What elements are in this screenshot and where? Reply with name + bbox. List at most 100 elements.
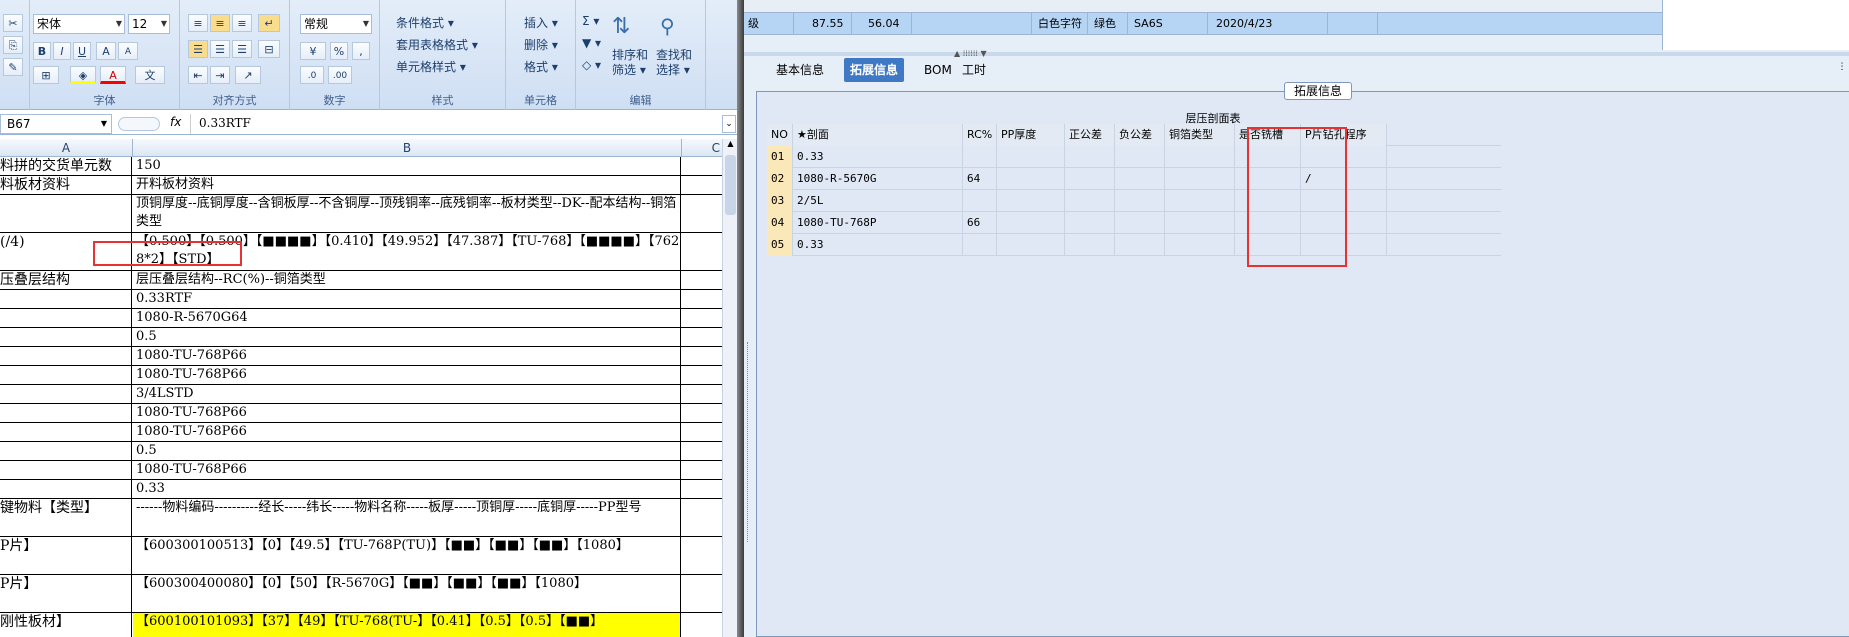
grid-row[interactable]: 03 2/5L (767, 190, 1501, 212)
cell-a[interactable]: 料拼的交货单元数 (0, 157, 132, 175)
grid-cell[interactable]: 1080-TU-768P (793, 212, 963, 234)
find-select-icon[interactable]: ⚲ (660, 14, 675, 38)
cell-a[interactable] (0, 480, 132, 498)
cell-b[interactable]: 开料板材资料 (133, 176, 681, 194)
cell-a[interactable]: 刚性板材】 (0, 613, 132, 637)
formula-input[interactable]: 0.33RTF (190, 114, 720, 134)
grid-cell[interactable]: 2/5L (793, 190, 963, 212)
sheet-row[interactable]: P片】 【600300100513】【0】【49.5】【TU-768P(TU)】【… (0, 537, 722, 575)
cell-b[interactable]: 0.5 (133, 442, 681, 460)
font-color-icon[interactable]: A (100, 66, 126, 84)
align-middle-icon[interactable]: ≡ (210, 14, 230, 32)
border-icon[interactable]: ⊞ (33, 66, 59, 84)
decrease-decimal-icon[interactable]: .00 (328, 66, 352, 84)
cell-c[interactable] (682, 176, 722, 194)
grid-column-header[interactable]: 负公差 (1115, 124, 1165, 146)
sheet-row[interactable]: 刚性板材】 【600100101093】【37】【49】【TU-768(TU-】【… (0, 613, 722, 637)
grid-cell[interactable]: 03 (767, 190, 793, 212)
grid-cell[interactable] (997, 190, 1065, 212)
cell-b[interactable]: 1080-R-5670G64 (133, 309, 681, 327)
wrap-text-icon[interactable]: ↵ (258, 14, 280, 32)
cell-c[interactable] (682, 195, 722, 232)
cell-style-button[interactable]: 单元格样式 ▾ (396, 58, 466, 75)
shrink-font-icon[interactable]: A (118, 42, 138, 60)
cell-a[interactable]: P片】 (0, 575, 132, 612)
grid-cell[interactable] (997, 212, 1065, 234)
autosum-icon[interactable]: Σ ▾ (582, 14, 599, 28)
cell-a[interactable] (0, 385, 132, 403)
sheet-row[interactable]: 料板材资料 开料板材资料 (0, 176, 722, 195)
formula-expand-handle[interactable] (118, 117, 160, 131)
align-left-icon[interactable]: ☰ (188, 40, 208, 58)
cell-b[interactable]: 0.33RTF (133, 290, 681, 308)
cell-c[interactable] (682, 461, 722, 479)
italic-button[interactable]: I (53, 42, 71, 60)
cell-b[interactable]: 【600300400080】【0】【50】【R-5670G】【■■】【■■】【■… (133, 575, 681, 612)
cell-a[interactable]: 压叠层结构 (0, 271, 132, 289)
sheet-row[interactable]: 压叠层结构 层压叠层结构--RC(%)--铜箔类型 (0, 271, 722, 290)
cell-c[interactable] (682, 366, 722, 384)
grid-cell[interactable]: 04 (767, 212, 793, 234)
cell-b[interactable]: 1080-TU-768P66 (133, 366, 681, 384)
cell-a[interactable] (0, 442, 132, 460)
cell-c[interactable] (682, 328, 722, 346)
scroll-thumb[interactable] (725, 155, 736, 215)
fill-icon[interactable]: ▼ ▾ (582, 36, 601, 50)
cell-b[interactable]: 1080-TU-768P66 (133, 461, 681, 479)
fill-color-icon[interactable]: ◈ (70, 66, 96, 84)
grid-cell[interactable] (1165, 212, 1235, 234)
merge-center-icon[interactable]: ⊟ (258, 40, 280, 58)
cell-b[interactable]: 0.33 (133, 480, 681, 498)
cell-a[interactable] (0, 309, 132, 327)
cut-icon[interactable]: ✂ (3, 14, 23, 32)
number-format-select[interactable]: 常规 ▼ (300, 14, 372, 34)
increase-indent-icon[interactable]: ⇥ (210, 66, 230, 84)
cell-c[interactable] (682, 385, 722, 403)
sheet-row[interactable]: 0.5 (0, 442, 722, 461)
cell-c[interactable] (682, 404, 722, 422)
selected-record-row[interactable]: 级 87.55 56.04 白色字符 绿色 SA6S 2020/4/23 (744, 13, 1662, 35)
tab-bom[interactable]: BOM (918, 58, 958, 82)
grid-cell[interactable]: 64 (963, 168, 997, 190)
grid-column-header[interactable]: 铜箔类型 (1165, 124, 1235, 146)
cell-c[interactable] (682, 309, 722, 327)
tab-extended-info[interactable]: 拓展信息 (844, 58, 905, 82)
cell-c[interactable] (682, 575, 722, 612)
grid-cell[interactable] (963, 146, 997, 168)
pin-icon[interactable]: ⋮ (1837, 62, 1847, 76)
grid-cell[interactable]: 0.33 (793, 234, 963, 256)
sheet-row[interactable]: 0.5 (0, 328, 722, 347)
cell-a[interactable] (0, 404, 132, 422)
cell-b[interactable]: 0.5 (133, 328, 681, 346)
grid-cell[interactable]: 66 (963, 212, 997, 234)
copy-icon[interactable]: ⎘ (3, 36, 23, 54)
cell-c[interactable] (682, 442, 722, 460)
grid-row[interactable]: 02 1080-R-5670G 64/ (767, 168, 1501, 190)
sheet-row[interactable]: 1080-TU-768P66 (0, 404, 722, 423)
sort-filter-icon[interactable]: ⇅ (612, 14, 630, 39)
grid-cell[interactable] (1065, 168, 1115, 190)
grow-font-icon[interactable]: A (96, 42, 116, 60)
grid-cell[interactable] (1115, 190, 1165, 212)
grid-cell[interactable] (1165, 234, 1235, 256)
grid-row[interactable]: 05 0.33 (767, 234, 1501, 256)
fx-icon[interactable]: fx (170, 115, 181, 129)
cell-b[interactable]: 1080-TU-768P66 (133, 347, 681, 365)
cell-c[interactable] (682, 480, 722, 498)
increase-decimal-icon[interactable]: .0 (300, 66, 324, 84)
conditional-format-button[interactable]: 条件格式 ▾ (396, 14, 454, 31)
cell-b[interactable]: 【600100101093】【37】【49】【TU-768(TU-】【0.41】… (133, 613, 681, 637)
cell-a[interactable] (0, 366, 132, 384)
sort-filter-button[interactable]: 排序和 筛选 ▾ (612, 48, 648, 78)
sheet-row[interactable]: 1080-R-5670G64 (0, 309, 722, 328)
delete-button[interactable]: 删除 ▾ (524, 36, 558, 53)
format-painter-icon[interactable]: ✎ (3, 58, 23, 76)
underline-button[interactable]: U (73, 42, 91, 60)
column-header-b[interactable]: B (133, 139, 682, 157)
cell-c[interactable] (682, 271, 722, 289)
cell-a[interactable]: 料板材资料 (0, 176, 132, 194)
grid-cell[interactable] (1165, 190, 1235, 212)
cell-a[interactable] (0, 347, 132, 365)
cell-b[interactable]: 顶铜厚度--底铜厚度--含铜板厚--不含铜厚--顶残铜率--底残铜率--板材类型… (133, 195, 681, 232)
percent-button[interactable]: % (330, 42, 348, 60)
